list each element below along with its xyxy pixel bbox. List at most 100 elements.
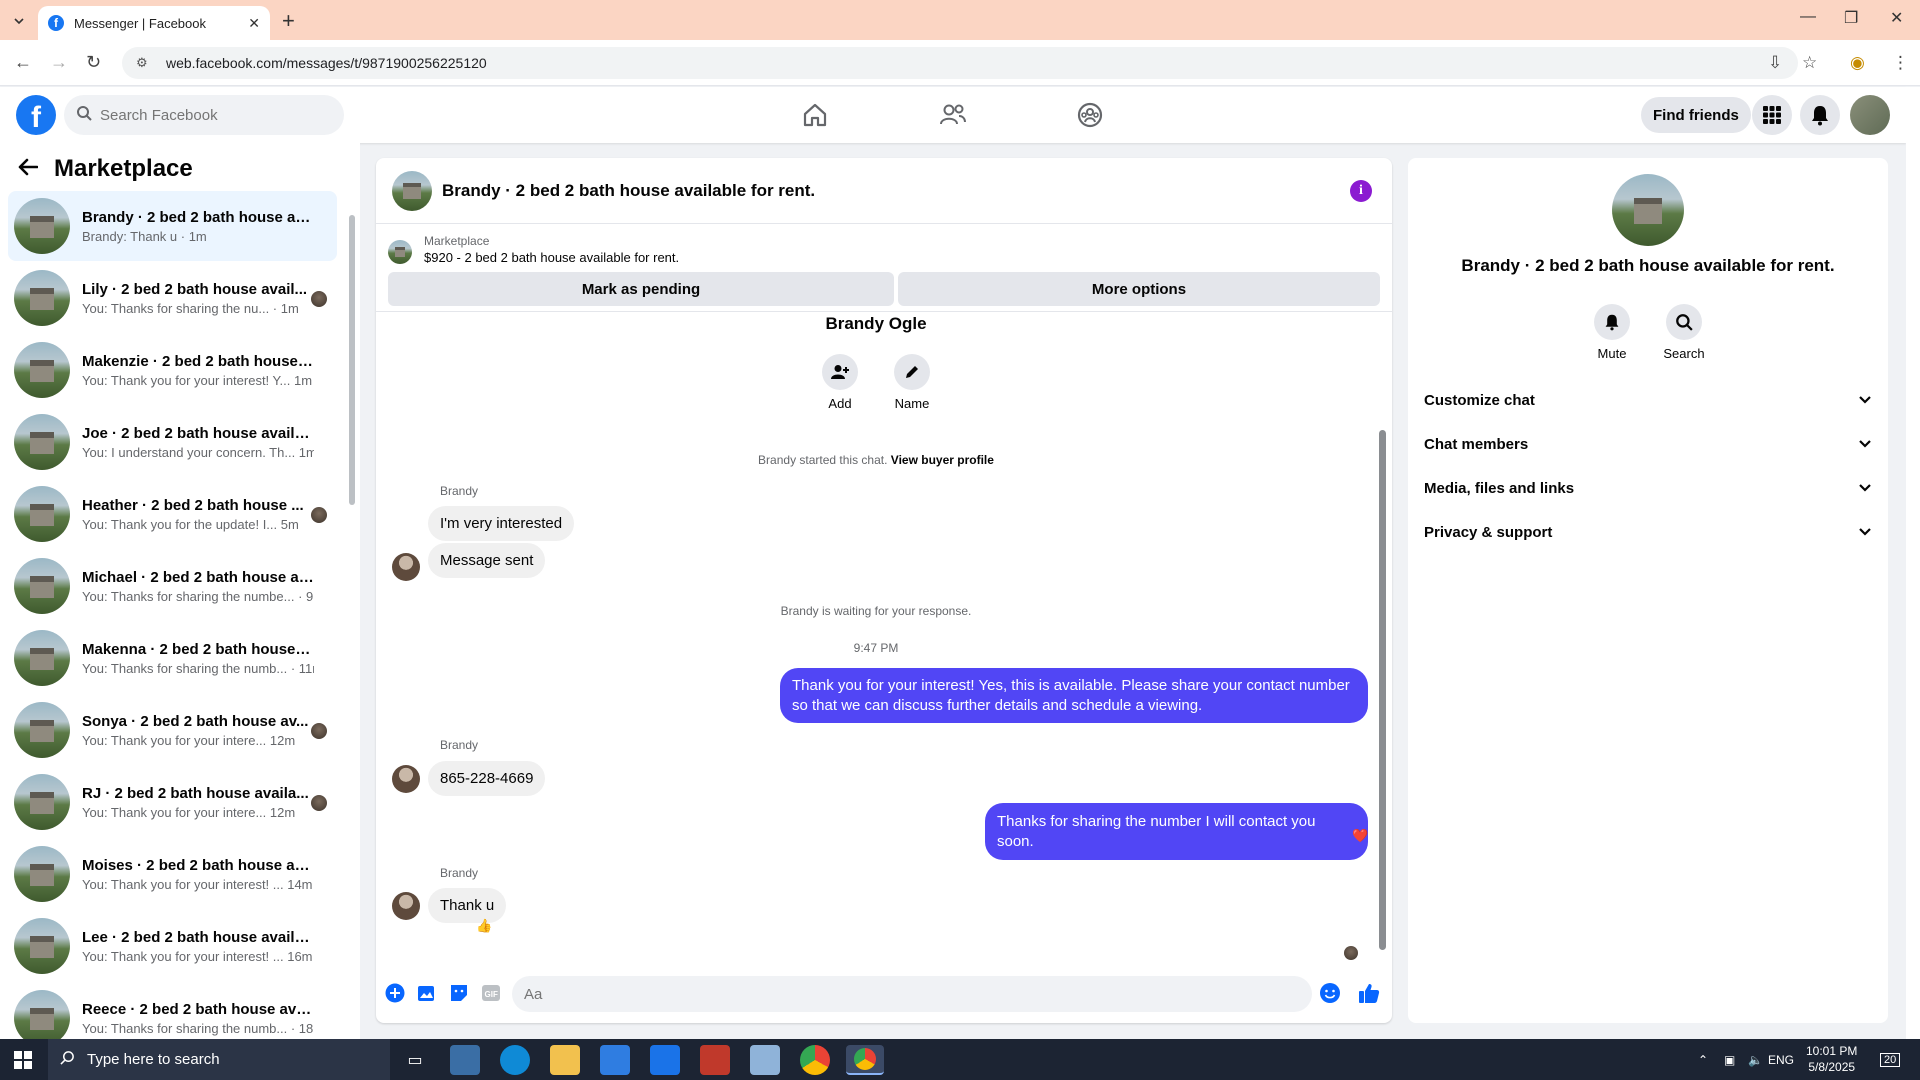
view-buyer-profile-link[interactable]: View buyer profile	[891, 453, 994, 467]
new-tab-icon[interactable]: +	[282, 8, 295, 34]
mail-icon[interactable]	[650, 1045, 680, 1075]
windows-start-icon[interactable]	[14, 1051, 32, 1069]
conversation-item[interactable]: Moises · 2 bed 2 bath house ava... You: T…	[8, 839, 337, 909]
store-icon[interactable]	[600, 1045, 630, 1075]
media-files-links-section[interactable]: Media, files and links	[1424, 468, 1872, 508]
address-bar[interactable]: ⚙ web.facebook.com/messages/t/9871900256…	[122, 47, 1798, 79]
tab-search-icon[interactable]	[8, 10, 30, 32]
add-person-icon[interactable]	[822, 354, 858, 390]
back-icon[interactable]: ←	[14, 52, 32, 73]
sender-avatar[interactable]	[392, 892, 420, 920]
bell-icon[interactable]	[1594, 304, 1630, 340]
back-arrow-icon[interactable]	[18, 156, 39, 182]
app-icon[interactable]	[450, 1045, 480, 1075]
notifications-bell-icon[interactable]	[1800, 95, 1840, 135]
find-friends-button[interactable]: Find friends	[1641, 97, 1751, 133]
incoming-message[interactable]: I'm very interested	[428, 506, 575, 541]
groups-icon[interactable]	[1072, 97, 1108, 133]
conversation-item[interactable]: Makenzie · 2 bed 2 bath house a... You: T…	[8, 335, 337, 405]
search-icon[interactable]	[1666, 304, 1702, 340]
add-contact-action[interactable]: Add	[810, 354, 870, 411]
taskbar-search[interactable]: Type here to search	[48, 1039, 390, 1080]
outgoing-message[interactable]: Thanks for sharing the number I will con…	[985, 803, 1368, 860]
reload-icon[interactable]: ↻	[86, 52, 101, 73]
sticker-icon[interactable]	[448, 982, 470, 1004]
mute-action[interactable]: Mute	[1582, 304, 1642, 361]
conversation-list-scrollbar[interactable]	[348, 195, 356, 1035]
notification-center-icon[interactable]: 20	[1880, 1039, 1901, 1080]
tab-close-icon[interactable]: ✕	[248, 15, 260, 32]
menu-grid-icon[interactable]	[1752, 95, 1792, 135]
customize-chat-section[interactable]: Customize chat	[1424, 380, 1872, 420]
conversation-item[interactable]: Reece · 2 bed 2 bath house avail... You: …	[8, 983, 337, 1039]
friends-icon[interactable]	[935, 97, 971, 133]
more-options-button[interactable]: More options	[898, 272, 1380, 306]
task-view-icon[interactable]: ▭	[400, 1045, 430, 1075]
browser-menu-icon[interactable]: ⋮	[1892, 53, 1909, 73]
site-info-icon[interactable]: ⚙	[136, 55, 152, 71]
mark-as-pending-button[interactable]: Mark as pending	[388, 272, 894, 306]
conversation-item[interactable]: Brandy · 2 bed 2 bath house ava... Brandy…	[8, 191, 337, 261]
thread-scrollbar[interactable]	[1376, 320, 1388, 960]
message-input[interactable]	[524, 985, 1264, 1003]
search-input[interactable]	[100, 106, 320, 124]
edge-icon[interactable]	[500, 1045, 530, 1075]
restore-icon[interactable]: ❐	[1844, 8, 1858, 28]
forward-icon[interactable]: →	[50, 52, 68, 73]
search-in-chat-action[interactable]: Search	[1654, 304, 1714, 361]
file-explorer-icon[interactable]	[550, 1045, 580, 1075]
tray-chevron-icon[interactable]: ⌃	[1698, 1039, 1708, 1080]
facebook-logo-icon[interactable]: f	[16, 95, 56, 135]
minimize-icon[interactable]: —	[1800, 8, 1816, 26]
window-close-icon[interactable]: ✕	[1890, 8, 1903, 28]
chat-title[interactable]: Brandy · 2 bed 2 bath house available fo…	[442, 181, 815, 201]
gif-icon[interactable]: GIF	[480, 982, 502, 1004]
conversation-item[interactable]: RJ · 2 bed 2 bath house availa... You: Th…	[8, 767, 337, 837]
network-icon[interactable]: ▣	[1724, 1039, 1735, 1080]
emoji-icon[interactable]	[1319, 982, 1341, 1004]
incoming-message[interactable]: Message sent	[428, 543, 546, 578]
chat-members-section[interactable]: Chat members	[1424, 424, 1872, 464]
bookmark-star-icon[interactable]: ☆	[1802, 53, 1817, 73]
browser-tab-active[interactable]: f Messenger | Facebook ✕	[38, 6, 270, 40]
home-icon[interactable]	[797, 97, 833, 133]
app-icon[interactable]	[700, 1045, 730, 1075]
like-thumbs-up-icon[interactable]	[1358, 982, 1380, 1004]
message-input-box[interactable]	[512, 976, 1312, 1012]
pencil-icon[interactable]	[894, 354, 930, 390]
heart-reaction-icon[interactable]: ❤️	[1352, 828, 1368, 844]
thumbs-up-reaction-icon[interactable]: 👍	[476, 918, 492, 934]
app-icon[interactable]	[750, 1045, 780, 1075]
conversation-item[interactable]: Lee · 2 bed 2 bath house availab... You: …	[8, 911, 337, 981]
incoming-message[interactable]: 865-228-4669	[428, 761, 546, 796]
system-clock[interactable]: 10:01 PM 5/8/2025	[1806, 1043, 1857, 1075]
conversation-item[interactable]: Lily · 2 bed 2 bath house avail... You: T…	[8, 263, 337, 333]
info-icon[interactable]: i	[1350, 180, 1372, 202]
chrome-active-icon[interactable]	[846, 1045, 884, 1075]
conversation-item[interactable]: Sonya · 2 bed 2 bath house av... You: Tha…	[8, 695, 337, 765]
scrollbar-thumb[interactable]	[1379, 430, 1386, 950]
chat-listing-thumbnail[interactable]	[392, 170, 432, 211]
account-avatar[interactable]	[1850, 95, 1890, 135]
profile-icon[interactable]: ◉	[1850, 53, 1865, 73]
chrome-icon[interactable]	[800, 1045, 830, 1075]
sender-avatar[interactable]	[392, 765, 420, 793]
plus-circle-icon[interactable]	[384, 982, 406, 1004]
conversation-item[interactable]: Michael · 2 bed 2 bath house av... You: T…	[8, 551, 337, 621]
install-app-icon[interactable]: ⇩	[1768, 53, 1782, 73]
sender-avatar[interactable]	[392, 553, 420, 581]
outgoing-message[interactable]: Thank you for your interest! Yes, this i…	[780, 668, 1368, 723]
listing-price-title[interactable]: $920 - 2 bed 2 bath house available for …	[424, 250, 679, 265]
conversation-item[interactable]: Joe · 2 bed 2 bath house availab... You: …	[8, 407, 337, 477]
conversation-item[interactable]: Heather · 2 bed 2 bath house ... You: Tha…	[8, 479, 337, 549]
facebook-search[interactable]	[64, 95, 344, 135]
volume-icon[interactable]: 🔈	[1748, 1039, 1763, 1080]
listing-avatar[interactable]	[1612, 174, 1684, 246]
conversation-item[interactable]: Makenna · 2 bed 2 bath house a... You: Th…	[8, 623, 337, 693]
page-scrollbar[interactable]	[1906, 87, 1920, 1039]
language-indicator[interactable]: ENG	[1768, 1039, 1794, 1080]
photo-icon[interactable]	[416, 982, 438, 1004]
scrollbar-thumb[interactable]	[349, 215, 355, 505]
nickname-action[interactable]: Name	[882, 354, 942, 411]
privacy-support-section[interactable]: Privacy & support	[1424, 512, 1872, 552]
